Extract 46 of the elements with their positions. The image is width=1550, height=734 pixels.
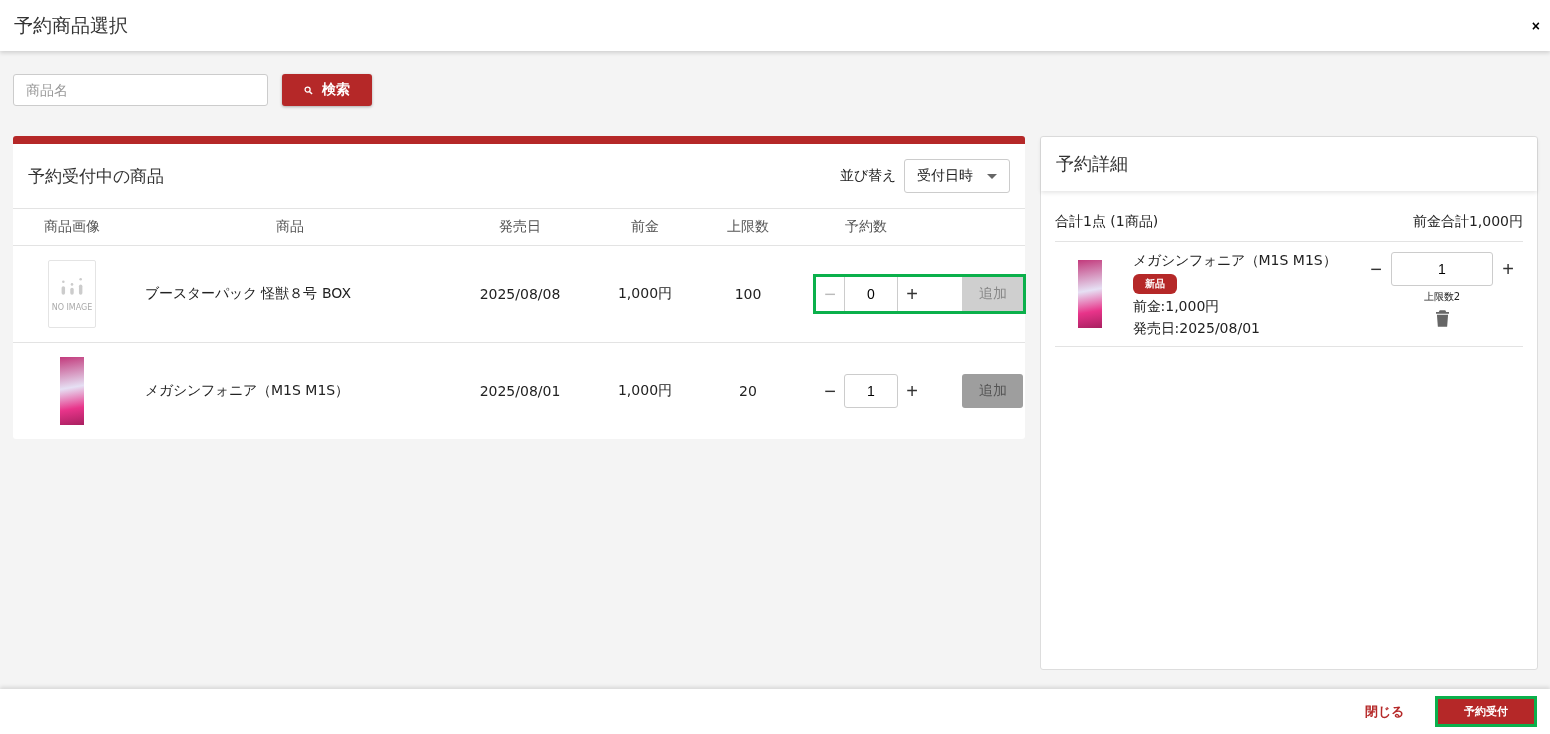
limit-count: 100: [734, 286, 762, 302]
column-header: 前金: [631, 218, 659, 236]
minus-button[interactable]: −: [1361, 254, 1391, 284]
product-name: メガシンフォニア（M1S M1S）: [1132, 252, 1338, 270]
panel-title: 予約受付中の商品: [28, 164, 164, 188]
new-badge: 新品: [1132, 274, 1177, 294]
product-image: [60, 357, 84, 425]
quantity-field[interactable]: 1: [1391, 252, 1493, 286]
product-name: ブースターパック 怪獣８号 BOX: [145, 285, 351, 303]
column-header: 上限数: [727, 218, 769, 236]
release-date: 発売日:2025/08/01: [1132, 320, 1261, 338]
column-header: 予約数: [845, 218, 887, 236]
close-button[interactable]: ×: [1531, 17, 1540, 34]
minus-button[interactable]: −: [816, 376, 844, 406]
plus-button[interactable]: +: [1493, 254, 1523, 284]
deposit-amount: 前金:1,000円: [1132, 298, 1221, 316]
caret-icon: [987, 173, 997, 179]
release-date: 2025/08/08: [479, 286, 561, 302]
limit-text: 上限数2: [1423, 290, 1461, 304]
delete-button[interactable]: [1435, 310, 1449, 327]
window-title: 予約商品選択: [14, 12, 128, 38]
quantity-field[interactable]: 0: [844, 277, 898, 311]
sort-dropdown[interactable]: 受付日時: [904, 159, 1010, 193]
search-field[interactable]: 商品名: [13, 74, 268, 106]
close-button[interactable]: 閉じる: [1359, 701, 1410, 722]
plus-button[interactable]: +: [898, 279, 926, 309]
sort-label: 並び替え: [840, 167, 896, 185]
column-header: 商品画像: [44, 218, 100, 236]
summary-text: 合計1点 (1商品): [1055, 213, 1159, 231]
total-text: 前金合計1,000円: [1412, 213, 1523, 231]
quantity-field[interactable]: 1: [844, 374, 898, 408]
chart-icon: [59, 276, 85, 297]
plus-button[interactable]: +: [898, 376, 926, 406]
column-header: 商品: [276, 218, 304, 236]
column-header: 発売日: [499, 218, 541, 236]
submit-button[interactable]: 予約受付: [1435, 696, 1537, 727]
search-icon: [304, 85, 313, 95]
release-date: 2025/08/01: [479, 383, 561, 399]
panel-title: 予約詳細: [1056, 152, 1128, 176]
no-image-text: NO IMAGE: [51, 302, 93, 312]
search-button[interactable]: 検索: [282, 74, 372, 106]
deposit-amount: 1,000円: [617, 382, 673, 400]
deposit-amount: 1,000円: [617, 285, 673, 303]
product-image: [1077, 260, 1102, 328]
product-name: メガシンフォニア（M1S M1S）: [145, 382, 350, 400]
limit-count: 20: [739, 383, 757, 399]
